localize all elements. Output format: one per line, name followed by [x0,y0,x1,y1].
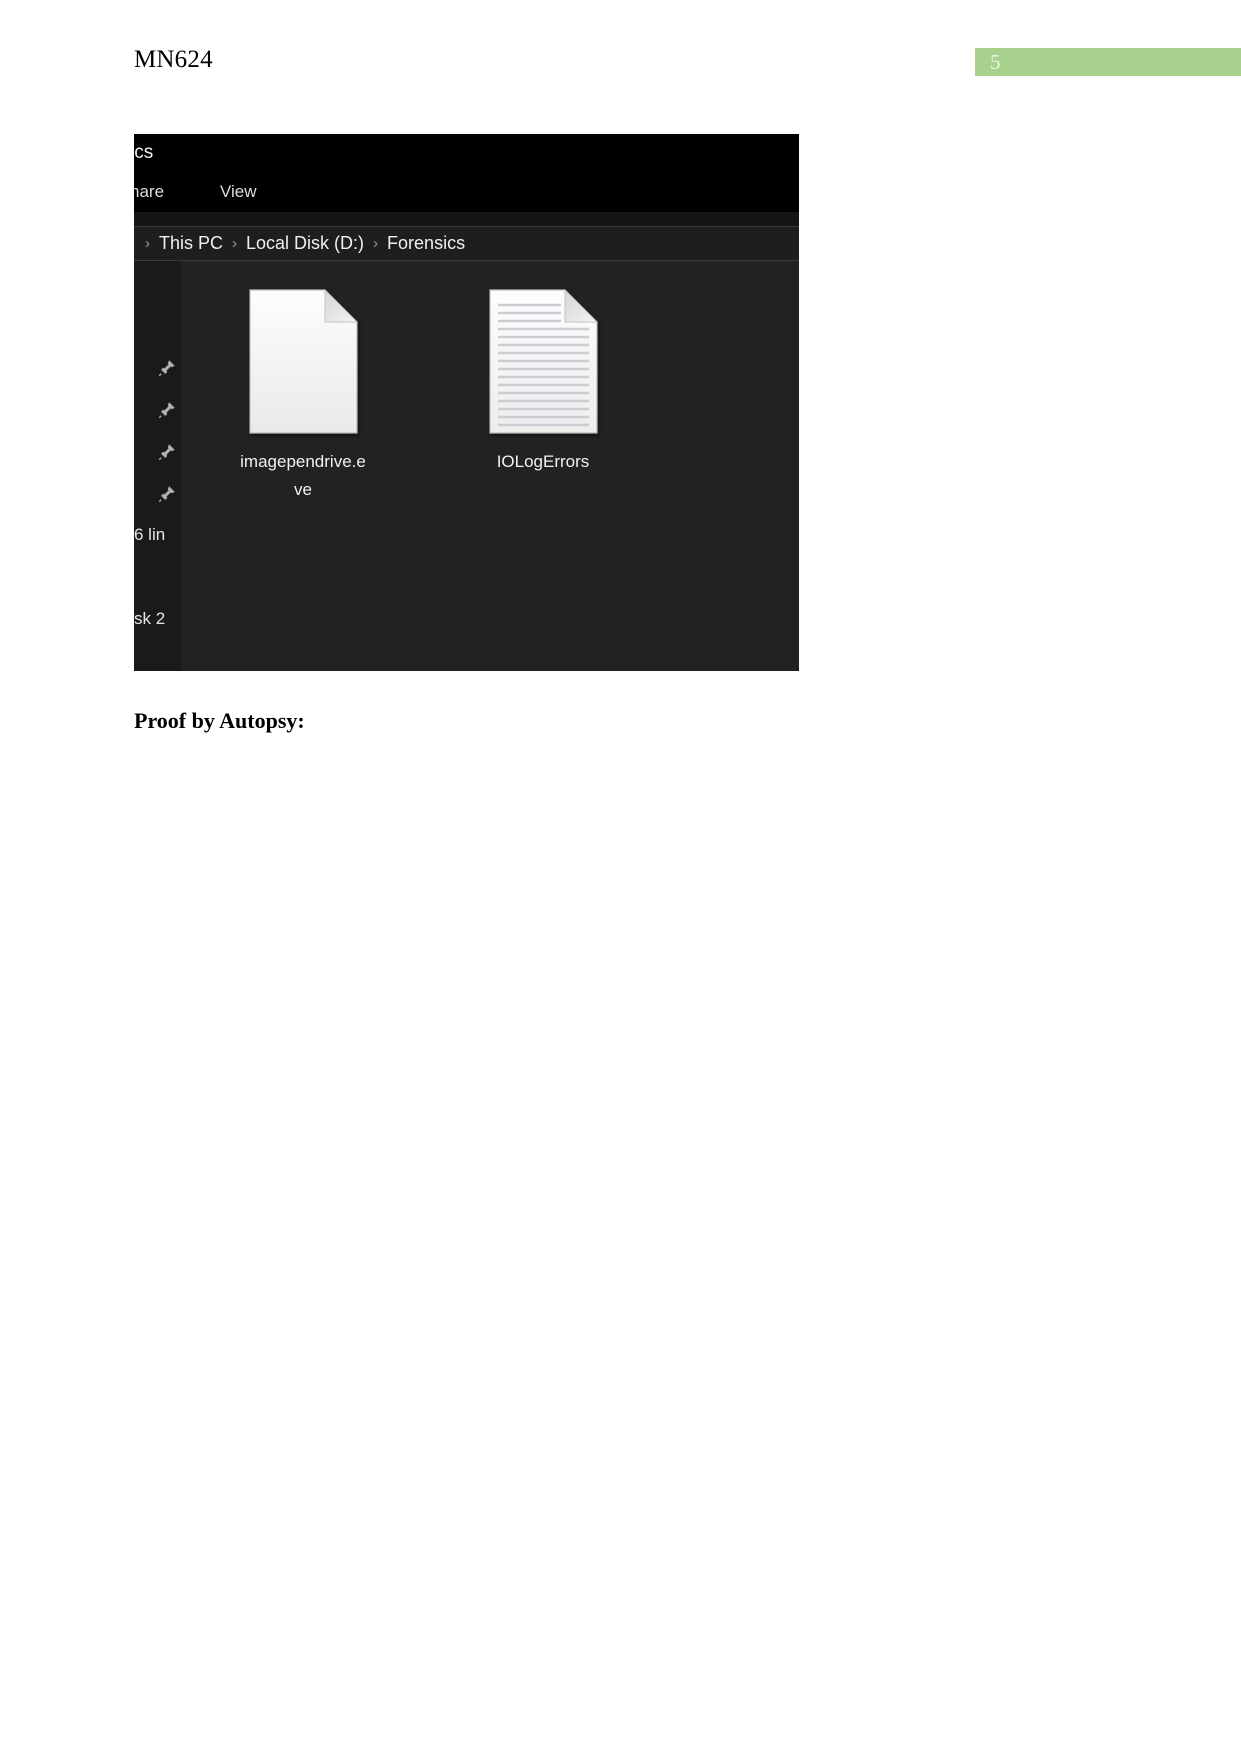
file-item[interactable]: IOLogErrors [463,289,623,504]
nav-item-label-linux[interactable]: 6 lin [134,525,165,545]
page-number-badge: 5 [975,48,1241,76]
file-name: imagependrive.e ve [223,448,383,504]
pin-icon[interactable] [158,359,176,377]
ribbon-divider [134,212,799,227]
page-title: MN624 [134,46,213,73]
tab-view[interactable]: View [220,182,257,202]
address-bar[interactable]: › This PC › Local Disk (D:) › Forensics [134,227,799,261]
document-header: MN624 5 [0,0,1241,110]
breadcrumb-item-this-pc[interactable]: This PC [159,233,223,254]
pin-icon[interactable] [158,401,176,419]
chevron-right-icon: › [373,235,379,252]
file-name: IOLogErrors [463,448,623,476]
blank-document-icon [248,289,358,434]
pin-icon[interactable] [158,443,176,461]
chevron-right-icon: › [232,235,238,252]
breadcrumb-item-forensics[interactable]: Forensics [387,233,465,254]
breadcrumb: › This PC › Local Disk (D:) › Forensics [136,227,465,260]
file-item[interactable]: imagependrive.e ve [223,289,383,504]
file-name-line2: ve [294,480,312,499]
caption-proof-by-autopsy: Proof by Autopsy: [134,708,305,733]
file-grid: imagependrive.e ve IOLogErrors [223,289,623,504]
window-title: ics [134,142,154,163]
ribbon-tab-bar: hare View [134,182,799,212]
chevron-right-icon: › [145,235,150,252]
nav-item-label-disk2[interactable]: sk 2 [134,609,165,629]
pin-icon[interactable] [158,485,176,503]
text-document-icon [488,289,598,434]
page-number: 5 [990,50,1001,74]
file-name-line1: IOLogErrors [496,452,590,471]
file-list-pane[interactable]: imagependrive.e ve IOLogErrors [181,261,799,671]
tab-share[interactable]: hare [134,182,164,202]
window-titlebar: ics hare View [134,134,799,212]
breadcrumb-item-local-disk[interactable]: Local Disk (D:) [246,233,364,254]
file-name-line1: imagependrive.e [240,452,366,471]
file-explorer-screenshot: ics hare View › This PC › Local Disk (D:… [134,134,799,671]
navigation-pane: 6 lin sk 2 [134,261,182,671]
